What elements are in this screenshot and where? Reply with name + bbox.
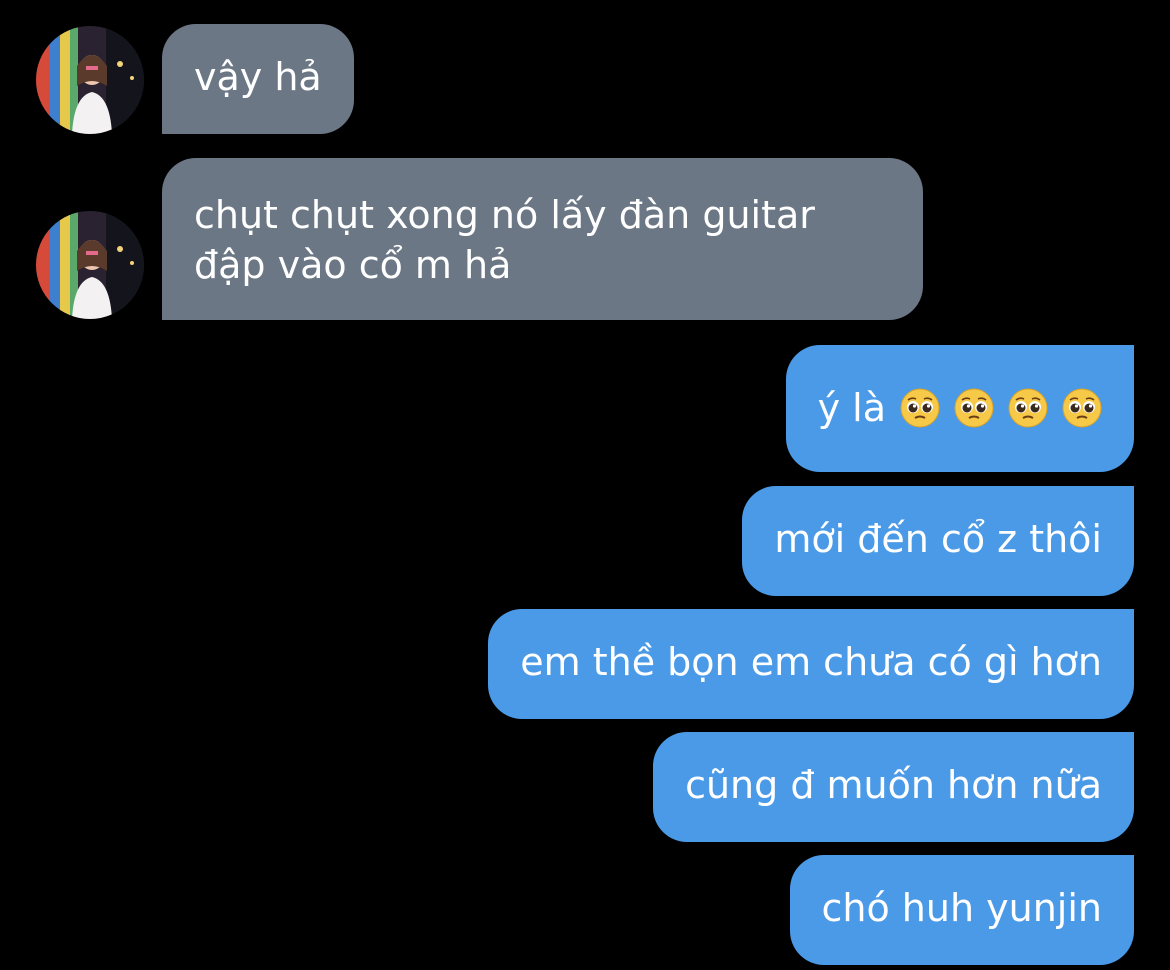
- pleading-face-icon: [1062, 388, 1102, 428]
- message-text-line-2: đập vào cổ m hả: [194, 243, 512, 287]
- pleading-face-icon: [900, 388, 940, 428]
- message-bubble-outgoing[interactable]: ý là: [785, 345, 1134, 472]
- message-bubble-outgoing[interactable]: em thề bọn em chưa có gì hơn: [488, 609, 1134, 719]
- message-bubble-outgoing[interactable]: cũng đ muốn hơn nữa: [653, 732, 1134, 842]
- message-text: em thề bọn em chưa có gì hơn: [520, 640, 1102, 684]
- pleading-face-icon: [954, 388, 994, 428]
- pleading-face-icon: [1008, 388, 1048, 428]
- message-text: chó huh yunjin: [821, 886, 1103, 930]
- message-bubble-incoming[interactable]: vậy hả: [162, 24, 354, 134]
- message-text: cũng đ muốn hơn nữa: [685, 763, 1102, 807]
- chat-thread: vậy hả chụt chụt xong nó lấy đàn guitar …: [0, 0, 1170, 970]
- message-text: mới đến cổ z thôi: [774, 517, 1102, 561]
- sender-avatar[interactable]: [36, 26, 144, 134]
- message-text-line-1: chụt chụt xong nó lấy đàn guitar: [194, 193, 815, 237]
- message-text: ý là: [817, 386, 886, 430]
- message-bubble-outgoing[interactable]: chó huh yunjin: [789, 855, 1134, 965]
- message-text: vậy hả: [194, 55, 322, 99]
- message-bubble-outgoing[interactable]: mới đến cổ z thôi: [742, 486, 1134, 596]
- sender-avatar[interactable]: [36, 211, 144, 319]
- message-bubble-incoming[interactable]: chụt chụt xong nó lấy đàn guitar đập vào…: [162, 158, 923, 320]
